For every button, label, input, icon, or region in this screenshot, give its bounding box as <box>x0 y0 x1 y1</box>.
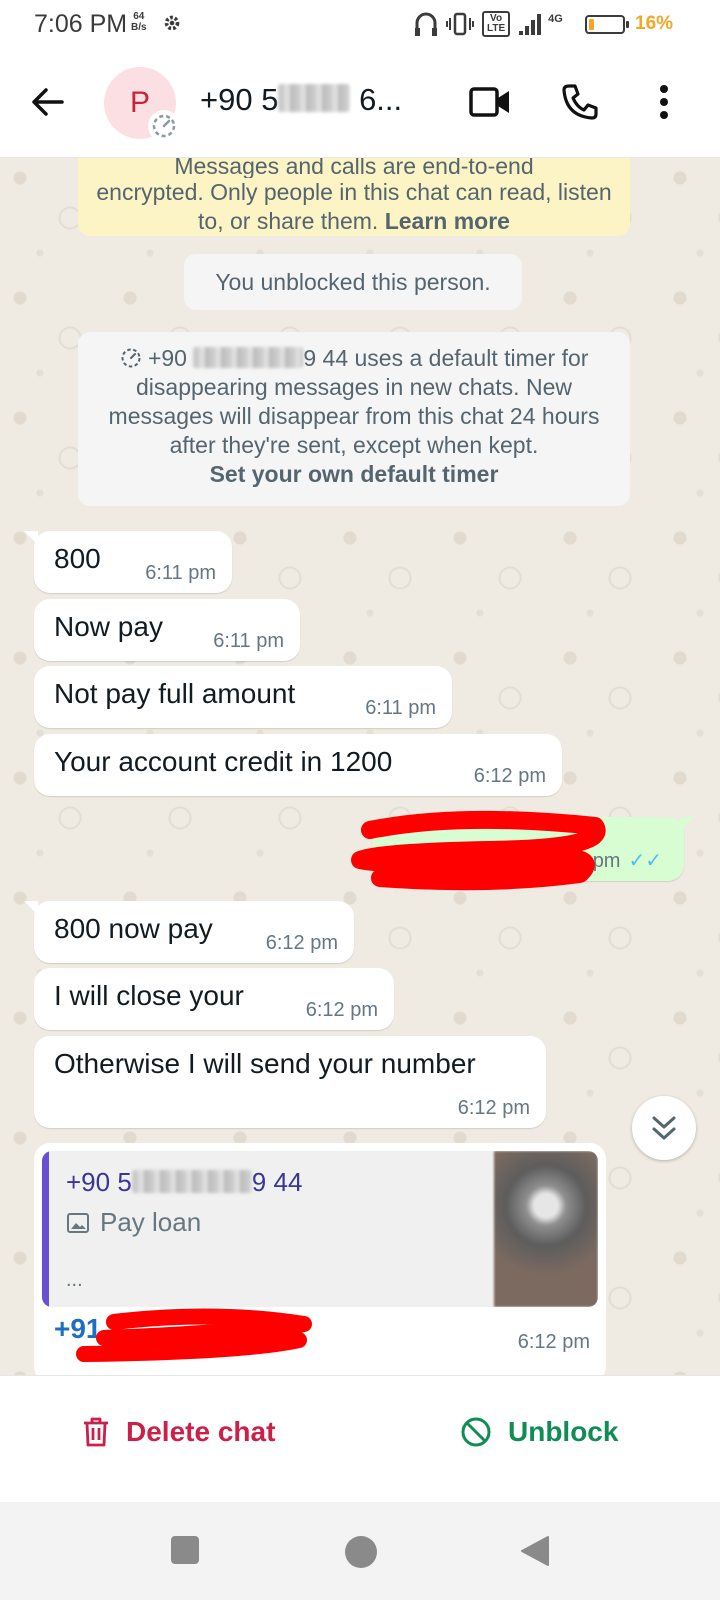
red-scribble-redaction <box>76 1308 312 1362</box>
timer-icon <box>121 348 141 368</box>
delete-chat-button[interactable]: Delete chat <box>82 1416 275 1448</box>
scroll-to-bottom-button[interactable] <box>632 1096 696 1160</box>
back-arrow-icon[interactable] <box>26 80 70 124</box>
double-chevron-down-icon <box>652 1116 676 1140</box>
quoted-image-thumbnail[interactable] <box>494 1151 598 1307</box>
trash-icon <box>84 1417 108 1447</box>
home-circle-icon[interactable] <box>344 1535 378 1569</box>
status-time: 7:06 PM <box>34 10 128 38</box>
redacted-number-blur <box>131 1169 252 1193</box>
quoted-text: Pay loan <box>100 1207 202 1237</box>
message-bubble-incoming[interactable]: 800 now pay 6:12 pm <box>24 901 354 963</box>
message-bubble-incoming[interactable]: Now pay 6:11 pm <box>34 599 300 661</box>
redacted-number-blur <box>278 84 351 112</box>
volte-icon: Vo LTE <box>482 11 511 37</box>
message-bubble-incoming[interactable]: Not pay full amount 6:11 pm <box>34 666 452 728</box>
battery-icon <box>585 15 629 34</box>
system-navigation-bar <box>0 1502 720 1600</box>
unblocked-notice: You unblocked this person. <box>184 254 522 310</box>
back-triangle-icon[interactable] <box>520 1535 550 1567</box>
message-bubble-incoming[interactable]: 800 6:11 pm <box>24 531 232 593</box>
quoted-sender: +90 59 44 <box>66 1167 303 1197</box>
battery-percent: 16% <box>635 13 674 34</box>
headset-icon <box>415 12 437 36</box>
unblock-button[interactable]: Unblock <box>460 1416 618 1448</box>
learn-more-link[interactable]: Learn more <box>385 208 510 234</box>
image-icon <box>67 1212 89 1233</box>
red-scribble-redaction <box>351 810 606 891</box>
network-speed: 64 B/s <box>131 11 147 33</box>
signal-strength-icon <box>519 14 542 35</box>
read-receipt-double-check-icon: ✓✓ <box>628 850 662 872</box>
chat-header: P +90 5 6... <box>0 50 720 158</box>
set-default-timer-link[interactable]: Set your own default timer <box>210 461 499 487</box>
unblock-icon <box>461 1417 491 1447</box>
video-call-icon[interactable] <box>466 78 514 126</box>
more-options-icon[interactable] <box>640 78 688 126</box>
recents-square-icon[interactable] <box>170 1535 200 1565</box>
settings-gear-icon <box>164 15 180 31</box>
redacted-number-blur <box>193 347 304 368</box>
message-bubble-incoming[interactable]: I will close your 6:12 pm <box>34 968 394 1030</box>
contact-name[interactable]: +90 5 6... <box>200 82 440 118</box>
status-bar: 7:06 PM 64 B/s Vo LTE 4G 16% <box>0 0 720 50</box>
message-bubble-incoming[interactable]: Otherwise I will send your number 6:12 p… <box>34 1036 546 1128</box>
message-bubble-incoming[interactable]: Your account credit in 1200 6:12 pm <box>34 734 562 796</box>
disappearing-timer-icon <box>148 110 180 142</box>
voice-call-icon[interactable] <box>556 78 604 126</box>
quoted-message[interactable]: +90 59 44 Pay loan ... <box>42 1151 598 1307</box>
vibrate-icon <box>446 12 474 36</box>
chat-area[interactable]: Messages and calls are end-to-end encryp… <box>0 158 720 1375</box>
blocked-chat-actions: Delete chat Unblock <box>0 1375 720 1502</box>
encryption-notice[interactable]: Messages and calls are end-to-end encryp… <box>78 158 630 236</box>
default-timer-notice[interactable]: +90 9 44 uses a default timer for disapp… <box>78 332 630 506</box>
network-type-label: 4G <box>548 13 563 25</box>
